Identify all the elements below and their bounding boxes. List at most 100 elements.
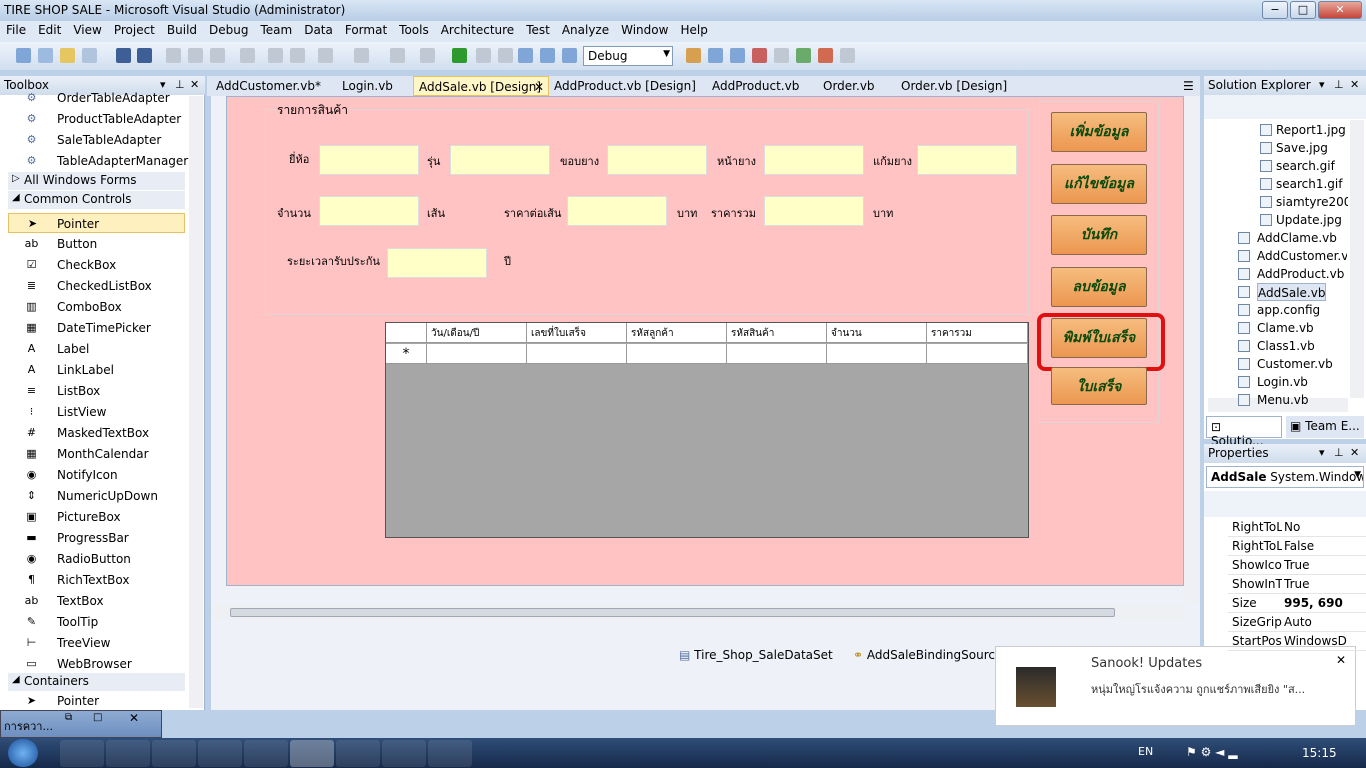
property-row[interactable]: RightToL False	[1228, 537, 1366, 556]
properties-icon[interactable]	[730, 48, 745, 63]
document-icon[interactable]	[428, 740, 472, 767]
solution-item[interactable]: search1.gif	[1276, 175, 1343, 193]
menu-edit[interactable]: Edit	[32, 21, 67, 37]
property-row[interactable]: ShowInT True	[1228, 575, 1366, 594]
grid-cell[interactable]	[727, 344, 827, 364]
menu-project[interactable]: Project	[108, 21, 161, 37]
object-browser-icon[interactable]	[752, 48, 767, 63]
menu-debug[interactable]: Debug	[203, 21, 254, 37]
visual-studio-icon[interactable]	[290, 740, 334, 767]
property-value[interactable]: True	[1284, 577, 1364, 591]
menu-analyze[interactable]: Analyze	[556, 21, 615, 37]
stop-icon[interactable]	[498, 48, 513, 63]
tab-order-design[interactable]: Order.vb [Design]	[901, 76, 1007, 96]
minimized-window[interactable]: การควา... ⧉ □ ✕	[0, 710, 162, 738]
start-button[interactable]	[8, 739, 38, 767]
maximize-button[interactable]: □	[1290, 1, 1316, 19]
tab-solution-explorer[interactable]: ⊡ Solutio...	[1206, 416, 1282, 448]
toolbox-item[interactable]: ⚙ TableAdapterManager	[27, 151, 189, 171]
close-icon[interactable]: ✕	[1336, 653, 1346, 667]
toolbox-item-textbox[interactable]: ab TextBox	[25, 591, 104, 611]
restore-icon[interactable]: ⧉	[65, 712, 72, 723]
close-icon[interactable]: ✕	[1350, 78, 1359, 91]
section-common-controls[interactable]: ◢ Common Controls	[8, 191, 185, 209]
internet-explorer-icon[interactable]	[60, 740, 104, 767]
indent-icon[interactable]	[268, 48, 283, 63]
media-player-icon[interactable]	[106, 740, 150, 767]
property-value[interactable]: No	[1284, 520, 1364, 534]
property-row[interactable]: Size 995, 690	[1228, 594, 1366, 613]
close-icon[interactable]: ✕	[190, 78, 199, 91]
solution-item[interactable]: AddClame.vb	[1257, 229, 1337, 247]
menu-data[interactable]: Data	[298, 21, 339, 37]
add-data-button[interactable]: เพิ่มข้อมูล	[1051, 112, 1147, 152]
solution-item[interactable]: search.gif	[1276, 157, 1335, 175]
toolbox-item-webbrowser[interactable]: ▭ WebBrowser	[26, 654, 132, 674]
cut-icon[interactable]	[166, 48, 181, 63]
undo-icon[interactable]	[318, 48, 333, 63]
sales-datagridview[interactable]: วัน/เดือน/ปี เลขที่ใบเสร็จ รหัสลูกค้า รห…	[385, 322, 1029, 538]
dropdown-icon[interactable]: ▾	[1319, 446, 1325, 459]
property-value[interactable]: False	[1284, 539, 1364, 553]
open-file-icon[interactable]	[60, 48, 75, 63]
total-textbox[interactable]	[764, 196, 864, 226]
solution-explorer-icon[interactable]	[708, 48, 723, 63]
designer-vertical-scrollbar[interactable]	[1185, 96, 1200, 602]
toolbox-item-numericupdown[interactable]: ⇕ NumericUpDown	[27, 486, 158, 506]
toolbox-item-listview[interactable]: ⁝ ListView	[30, 402, 107, 422]
toolbox-item-progressbar[interactable]: ▬ ProgressBar	[26, 528, 128, 548]
toolbox-item-radiobutton[interactable]: ◉ RadioButton	[27, 549, 131, 569]
grid-cell[interactable]	[827, 344, 927, 364]
app-icon[interactable]	[198, 740, 242, 767]
new-project-icon[interactable]	[16, 48, 31, 63]
price-per-unit-textbox[interactable]	[567, 196, 667, 226]
step-into-icon[interactable]	[518, 48, 533, 63]
solution-item[interactable]: Clame.vb	[1257, 319, 1314, 337]
tools-icon[interactable]	[382, 740, 426, 767]
property-row[interactable]: ShowIcor True	[1228, 556, 1366, 575]
solution-configuration-dropdown[interactable]: Debug ▼	[583, 46, 673, 66]
sidewall-textbox[interactable]	[917, 145, 1017, 175]
menu-format[interactable]: Format	[339, 21, 393, 37]
solution-item[interactable]: app.config	[1257, 301, 1320, 319]
brand-textbox[interactable]	[319, 145, 419, 175]
menu-build[interactable]: Build	[161, 21, 203, 37]
width-textbox[interactable]	[764, 145, 864, 175]
add-item-icon[interactable]	[38, 48, 53, 63]
folder-icon[interactable]	[336, 740, 380, 767]
designer-horizontal-scrollbar[interactable]	[214, 605, 1184, 620]
solution-item[interactable]: siamtyre2000	[1276, 193, 1348, 211]
tab-addproduct-vb[interactable]: AddProduct.vb	[712, 76, 799, 96]
property-value[interactable]: WindowsD	[1284, 634, 1364, 648]
object-selector[interactable]: AddSale System.Window ▼	[1206, 466, 1364, 488]
grid-cell[interactable]	[627, 344, 727, 364]
menu-help[interactable]: Help	[674, 21, 713, 37]
close-tab-icon[interactable]: ✕	[534, 77, 544, 97]
property-value[interactable]: Auto	[1284, 615, 1364, 629]
menu-team[interactable]: Team	[254, 21, 298, 37]
toolbox-item-checkbox[interactable]: ☑ CheckBox	[27, 255, 117, 275]
menu-architecture[interactable]: Architecture	[435, 21, 520, 37]
toolbox-item-treeview[interactable]: ⊢ TreeView	[27, 633, 111, 653]
menu-tools[interactable]: Tools	[393, 21, 435, 37]
column-header-total[interactable]: ราคารวม	[927, 323, 1028, 343]
grid-cell[interactable]	[927, 344, 1028, 364]
paste-icon[interactable]	[210, 48, 225, 63]
notification-popup[interactable]: Sanook! Updates หนุ่มใหญ่โรแจ้งความ ถูกแ…	[995, 646, 1356, 726]
toolbox-item-combobox[interactable]: ▥ ComboBox	[26, 297, 121, 317]
find-in-files-icon[interactable]	[686, 48, 701, 63]
solution-item[interactable]: Update.jpg	[1276, 211, 1342, 229]
menu-file[interactable]: File	[0, 21, 32, 37]
column-header-product-id[interactable]: รหัสสินค้า	[727, 323, 827, 343]
navigate-forward-icon[interactable]	[420, 48, 435, 63]
minimize-button[interactable]: −	[1262, 1, 1288, 19]
toolbox-item-notifyicon[interactable]: ◉ NotifyIcon	[27, 465, 118, 485]
navigate-back-icon[interactable]	[390, 48, 405, 63]
solution-item[interactable]: Save.jpg	[1276, 139, 1328, 157]
toolbox-item-checkedlistbox[interactable]: ≣ CheckedListBox	[27, 276, 152, 296]
tab-login-vb[interactable]: Login.vb	[342, 76, 393, 96]
maximize-icon[interactable]: □	[93, 712, 102, 723]
property-row[interactable]: RightToL No	[1228, 518, 1366, 537]
pin-icon[interactable]: ⊥	[1334, 78, 1344, 91]
toolbox-item-pointer[interactable]: ➤ Pointer	[27, 691, 99, 711]
